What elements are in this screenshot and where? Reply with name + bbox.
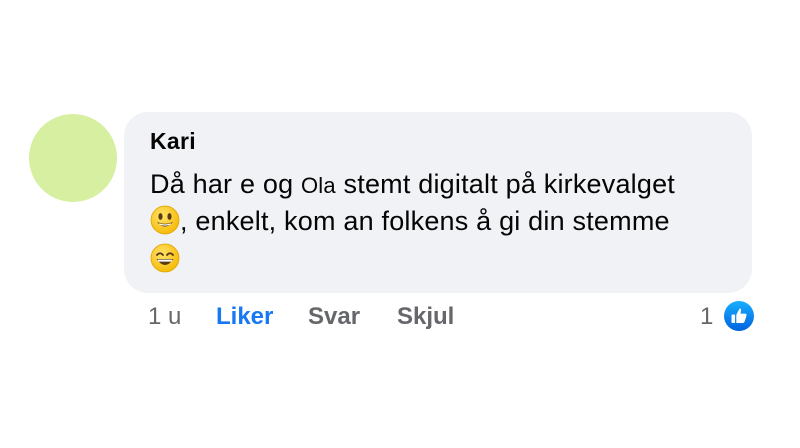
comment-author[interactable]: Kari <box>150 128 196 155</box>
comment-text-part: stemt digitalt på kirkevalget <box>335 169 675 199</box>
grinning-face-icon <box>150 243 180 273</box>
reaction-count[interactable]: 1 <box>700 303 713 331</box>
smiling-face-icon <box>150 205 180 235</box>
hide-button[interactable]: Skjul <box>397 303 454 331</box>
comment-bubble <box>124 112 752 293</box>
comment-text-part: Då har e og <box>150 169 301 199</box>
like-icon[interactable] <box>722 299 756 333</box>
reply-button[interactable]: Svar <box>308 303 360 331</box>
comment-tagged-name: Ola <box>301 173 336 198</box>
avatar[interactable] <box>29 114 117 202</box>
comment-text-line-1: Då har e og Ola stemt digitalt på kirkev… <box>150 169 675 200</box>
comment-text-line-3 <box>150 243 180 275</box>
comment-timestamp[interactable]: 1 u <box>148 303 181 331</box>
comment-text-part: , enkelt, kom an folkens å gi din stemme <box>180 206 670 236</box>
comment-text-line-2: , enkelt, kom an folkens å gi din stemme <box>150 205 670 237</box>
like-button[interactable]: Liker <box>216 303 273 331</box>
